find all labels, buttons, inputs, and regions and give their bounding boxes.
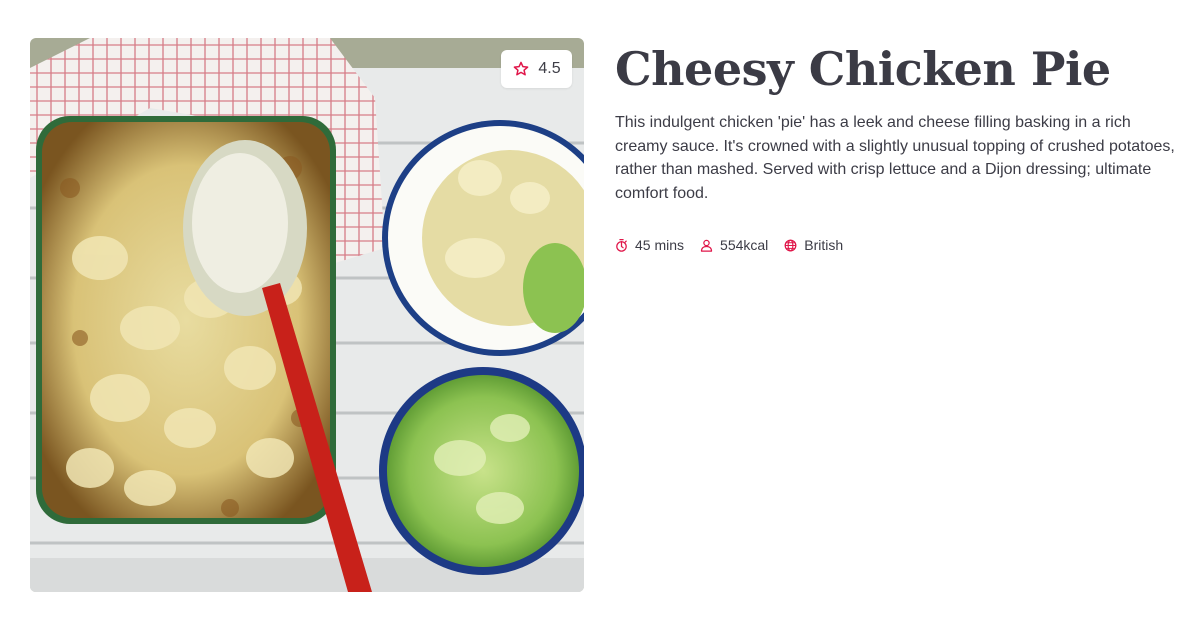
- meta-calories: 554kcal: [699, 237, 768, 253]
- meta-time-label: 45 mins: [635, 237, 685, 253]
- recipe-meta: 45 mins 554kcal British: [614, 237, 858, 253]
- recipe-photo[interactable]: [30, 38, 584, 592]
- recipe-card: 4.5 Cheesy Chicken Pie This indulgent ch…: [0, 0, 1200, 630]
- rating-badge: 4.5: [501, 50, 572, 88]
- meta-time: 45 mins: [614, 237, 684, 253]
- recipe-title: Cheesy Chicken Pie: [615, 42, 1111, 96]
- rating-value: 4.5: [538, 60, 561, 77]
- person-icon: [700, 239, 713, 252]
- meta-calories-label: 554kcal: [720, 237, 769, 253]
- star-icon: [514, 61, 529, 76]
- timer-icon: [616, 238, 627, 252]
- recipe-description: This indulgent chicken 'pie' has a leek …: [615, 114, 1175, 202]
- meta-cuisine-label: British: [804, 237, 844, 253]
- globe-icon: [784, 239, 797, 251]
- meta-cuisine: British: [783, 237, 843, 253]
- food-photo-illustration: [30, 38, 584, 592]
